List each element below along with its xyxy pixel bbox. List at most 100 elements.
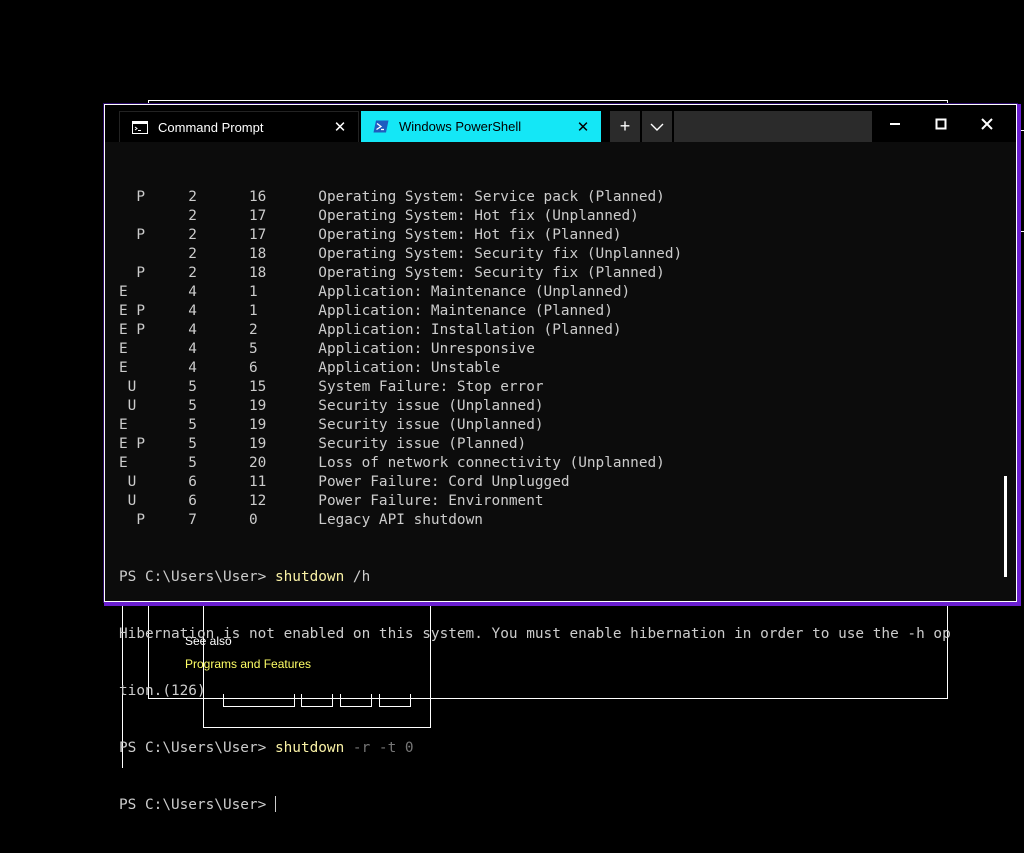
reason-major: 4 [170,341,197,357]
reason-flags: E [119,455,171,471]
reason-flags: E P [119,303,171,319]
reason-title: Power Failure: Environment [318,493,544,509]
reason-row: E 4 5 Application: Unresponsive [119,340,999,359]
reason-title: Application: Unresponsive [318,341,535,357]
maximize-icon[interactable] [918,105,964,142]
tab-label: Command Prompt [158,119,264,135]
tab-windows-powershell[interactable]: Windows PowerShell ✕ [361,111,601,142]
reason-minor: 2 [248,322,267,338]
command: shutdown [274,740,345,756]
command-line: PS C:\Users\User> shutdown -r -t 0 [119,739,999,758]
reason-minor: 6 [248,360,267,376]
reason-major: 6 [170,474,197,490]
reason-major: 7 [170,512,197,528]
tab-command-prompt[interactable]: Command Prompt ✕ [119,111,359,142]
scrollbar[interactable] [1004,476,1007,577]
close-icon[interactable]: ✕ [571,118,595,136]
reason-flags: P [119,265,171,281]
title-bar[interactable]: Command Prompt ✕ Windows PowerShell ✕ + [105,105,1016,142]
reason-major: 2 [170,189,197,205]
reason-flags: E P [119,436,171,452]
console-output[interactable]: P 2 16 Operating System: Service pack (P… [119,150,999,853]
reason-row: E 5 19 Security issue (Unplanned) [119,416,999,435]
reason-row: E 4 1 Application: Maintenance (Unplanne… [119,283,999,302]
tab-strip[interactable] [674,111,872,142]
reason-row: E 4 6 Application: Unstable [119,359,999,378]
reason-row: 2 18 Operating System: Security fix (Unp… [119,245,999,264]
reason-title: Application: Installation (Planned) [318,322,622,338]
close-icon[interactable]: ✕ [328,118,352,136]
reason-minor: 15 [248,379,267,395]
reason-major: 4 [170,284,197,300]
shutdown-reason-table: P 2 16 Operating System: Service pack (P… [119,188,999,530]
reason-title: Operating System: Hot fix (Unplanned) [318,208,639,224]
new-tab-button[interactable]: + [610,111,640,142]
reason-title: Operating System: Service pack (Planned) [318,189,665,205]
current-prompt-line[interactable]: PS C:\Users\User> [119,796,999,815]
reason-title: Security issue (Unplanned) [318,417,544,433]
reason-major: 5 [170,436,197,452]
reason-title: Operating System: Security fix (Unplanne… [318,246,683,262]
reason-flags [119,208,171,224]
tab-label: Windows PowerShell [399,119,522,134]
reason-row: E 5 20 Loss of network connectivity (Unp… [119,454,999,473]
reason-minor: 0 [248,512,267,528]
reason-row: P 2 16 Operating System: Service pack (P… [119,188,999,207]
reason-minor: 19 [248,398,267,414]
reason-minor: 18 [248,246,267,262]
reason-minor: 16 [248,189,267,205]
reason-row: P 7 0 Legacy API shutdown [119,511,999,530]
reason-minor: 20 [248,455,267,471]
reason-flags: E [119,417,171,433]
prompt: PS C:\Users\User> [119,569,275,585]
reason-title: Operating System: Security fix (Planned) [318,265,665,281]
reason-row: U 5 19 Security issue (Unplanned) [119,397,999,416]
reason-flags: P [119,512,171,528]
prompt: PS C:\Users\User> [119,797,275,813]
reason-flags: U [119,474,171,490]
reason-minor: 17 [248,208,267,224]
reason-title: Operating System: Hot fix (Planned) [318,227,622,243]
reason-row: U 5 15 System Failure: Stop error [119,378,999,397]
minimize-icon[interactable] [872,105,918,142]
close-icon[interactable] [964,105,1010,142]
reason-flags: U [119,379,171,395]
text-cursor [274,796,276,812]
terminal-window: Command Prompt ✕ Windows PowerShell ✕ + … [104,104,1021,813]
reason-major: 5 [170,417,197,433]
prompt: PS C:\Users\User> [119,740,275,756]
chevron-down-icon[interactable] [642,111,672,142]
reason-minor: 1 [248,284,267,300]
powershell-icon [373,120,389,134]
reason-major: 2 [170,246,197,262]
reason-minor: 17 [248,227,267,243]
reason-flags: U [119,398,171,414]
reason-flags: E P [119,322,171,338]
reason-major: 4 [170,360,197,376]
reason-row: P 2 18 Operating System: Security fix (P… [119,264,999,283]
reason-minor: 12 [248,493,267,509]
cmd-icon [132,120,148,134]
reason-flags: E [119,284,171,300]
reason-major: 4 [170,322,197,338]
reason-major: 2 [170,227,197,243]
reason-title: Power Failure: Cord Unplugged [318,474,570,490]
reason-flags: U [119,493,171,509]
reason-row: U 6 12 Power Failure: Environment [119,492,999,511]
error-message: tion.(126) [119,683,206,699]
reason-major: 5 [170,379,197,395]
reason-title: Application: Maintenance (Unplanned) [318,284,631,300]
command-args: /h [344,569,371,585]
reason-title: Application: Maintenance (Planned) [318,303,613,319]
reason-row: 2 17 Operating System: Hot fix (Unplanne… [119,207,999,226]
reason-row: P 2 17 Operating System: Hot fix (Planne… [119,226,999,245]
reason-minor: 18 [248,265,267,281]
reason-row: E P 5 19 Security issue (Planned) [119,435,999,454]
reason-row: E P 4 2 Application: Installation (Plann… [119,321,999,340]
reason-row: U 6 11 Power Failure: Cord Unplugged [119,473,999,492]
reason-title: Legacy API shutdown [318,512,483,528]
reason-flags: P [119,227,171,243]
reason-flags: E [119,341,171,357]
reason-minor: 19 [248,417,267,433]
reason-major: 5 [170,398,197,414]
